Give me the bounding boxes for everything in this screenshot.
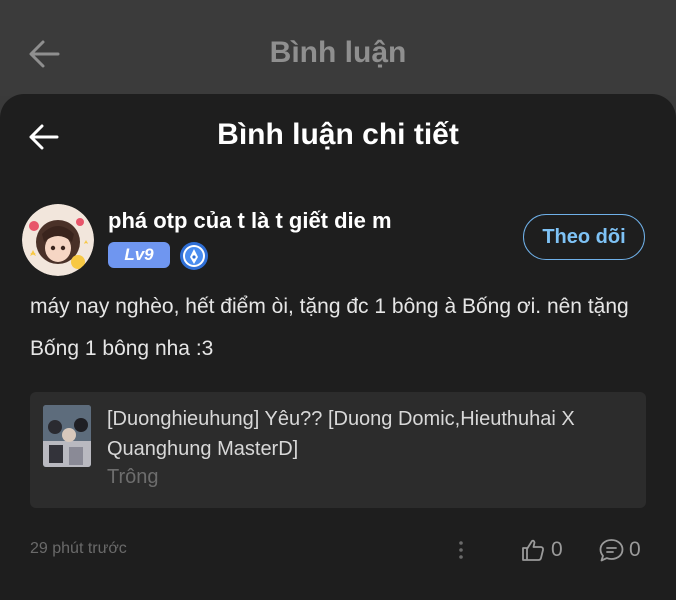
comment-text: máy nay nghèo, hết điểm òi, tặng đc 1 bô… — [30, 295, 629, 360]
username[interactable]: phá otp của t là t giết die m — [108, 208, 392, 234]
thumbs-up-icon[interactable] — [520, 537, 546, 563]
comment-detail-sheet: Bình luận chi tiết phá otp của t là t gi… — [0, 94, 676, 600]
song-title: [Duonghieuhung] Yêu?? [Duong Domic,Hieut… — [107, 408, 575, 460]
like-count: 0 — [551, 538, 563, 561]
reply-count: 0 — [629, 538, 641, 561]
song-thumbnail — [43, 405, 91, 467]
song-card[interactable]: [Duonghieuhung] Yêu?? [Duong Domic,Hieut… — [30, 392, 646, 508]
level-badge: Lv9 — [108, 242, 170, 268]
follow-button[interactable]: Theo dõi — [523, 214, 645, 260]
reply-bubble-icon[interactable] — [598, 537, 625, 564]
song-subtitle: Trông — [107, 466, 159, 488]
page-title: Bình luận — [269, 36, 407, 69]
verified-pen-icon — [180, 242, 208, 270]
comment-timestamp: 29 phút trước — [30, 540, 127, 557]
more-vertical-icon[interactable] — [452, 538, 470, 562]
sheet-title: Bình luận chi tiết — [217, 118, 459, 151]
background-header: Bình luận — [0, 0, 676, 96]
avatar[interactable] — [22, 204, 94, 276]
